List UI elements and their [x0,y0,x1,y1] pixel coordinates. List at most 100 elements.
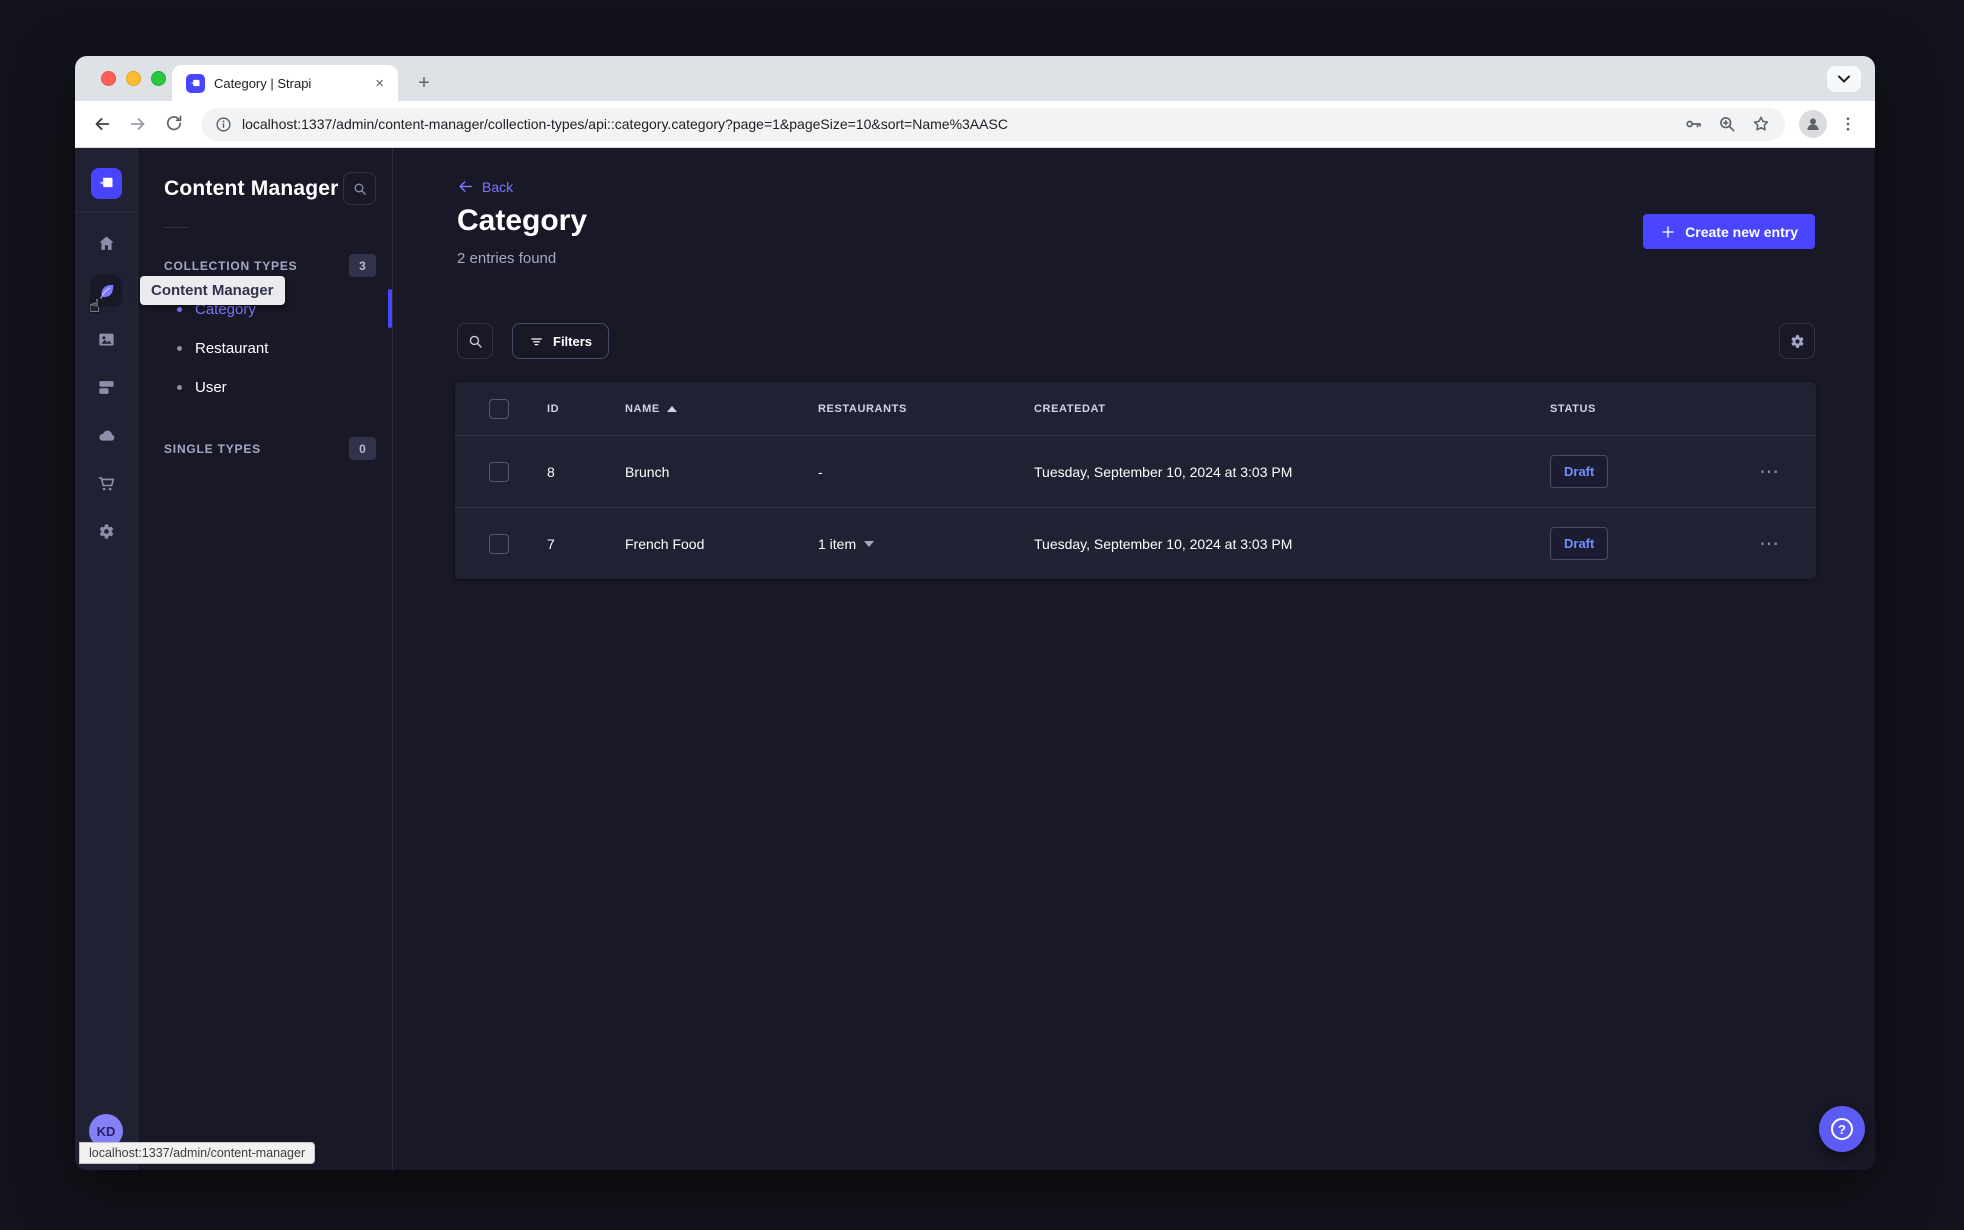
browser-profile-icon[interactable] [1799,110,1827,138]
entries-count: 2 entries found [457,250,557,267]
section-label: COLLECTION TYPES [164,258,298,273]
cell-createdat: Tuesday, September 10, 2024 at 3:03 PM [1034,463,1293,480]
collection-types-section: COLLECTION TYPES 3 [138,254,392,277]
home-icon [98,236,114,250]
main-nav-rail: KD [75,148,138,1170]
subnav-item-label: User [195,379,227,396]
select-all-checkbox[interactable] [489,398,509,419]
question-mark-icon: ? [1831,1118,1853,1140]
address-bar[interactable]: localhost:1337/admin/content-manager/col… [201,107,1785,141]
forward-arrow-icon [130,118,145,130]
column-header-name[interactable]: NAME [625,403,818,415]
main-content: Back Category 2 entries found Create new… [393,148,1875,1170]
nav-settings-button[interactable] [90,515,122,547]
close-window-button[interactable] [101,71,116,86]
strapi-logo[interactable] [90,168,122,199]
row-checkbox[interactable] [489,461,509,482]
gear-icon [99,523,113,539]
subnav-search-button[interactable] [343,172,376,205]
nav-marketplace-button[interactable] [90,467,122,499]
search-icon [469,335,482,348]
help-button[interactable]: ? [1819,1106,1865,1152]
close-tab-icon[interactable]: × [371,74,388,93]
bullet-icon [177,346,182,351]
table-row[interactable]: 7 French Food 1 item Tuesday, September … [455,507,1816,579]
mouse-cursor: ☝ [89,296,100,316]
page-title: Category [457,204,588,237]
reload-icon [166,115,182,131]
table-row[interactable]: 8 Brunch - Tuesday, September 10, 2024 a… [455,435,1816,507]
subnav-item-label: Restaurant [195,340,269,357]
forward-button[interactable] [123,109,153,139]
gear-icon [1790,334,1804,348]
row-checkbox[interactable] [489,533,509,554]
tab-search-button[interactable] [1827,66,1861,92]
nav-home-button[interactable] [90,227,122,259]
bullet-icon [177,385,182,390]
site-info-icon[interactable] [215,116,232,133]
cloud-icon [98,430,114,441]
media-library-icon [98,333,114,345]
subnav-divider [164,227,188,228]
subnav-item-user[interactable]: User [138,368,392,407]
password-key-icon[interactable] [1683,114,1703,134]
single-types-section: SINGLE TYPES 0 [138,437,392,460]
table-header-row: ID NAME RESTAURANTS CREATEDAT STATUS [455,382,1816,435]
nav-media-library-button[interactable] [90,323,122,355]
desktop: { "browser": { "tab_title": "Category | … [0,0,1964,1230]
window-controls [101,71,166,86]
section-count-badge: 3 [349,254,376,277]
chevron-down-icon [864,540,875,547]
maximize-window-button[interactable] [151,71,166,86]
back-link[interactable]: Back [457,178,513,195]
back-arrow-icon [95,118,110,130]
subnav-title: Content Manager [164,176,339,200]
cell-restaurants[interactable]: 1 item [818,536,1034,552]
browser-tab[interactable]: Category | Strapi × [172,65,398,101]
bullet-icon [177,307,182,312]
strapi-app: KD Content Manager COLLECTION TYPES 3 Ca… [75,148,1875,1170]
subnav-item-restaurant[interactable]: Restaurant [138,329,392,368]
url-text: localhost:1337/admin/content-manager/col… [242,116,1008,132]
column-header-createdat[interactable]: CREATEDAT [1034,403,1550,415]
column-header-status[interactable]: STATUS [1550,403,1753,415]
cell-name: Brunch [625,463,670,480]
column-header-restaurants[interactable]: RESTAURANTS [818,403,1034,415]
rail-divider [75,211,137,212]
plus-icon [1662,225,1674,238]
bookmark-star-icon[interactable] [1751,114,1771,134]
reload-button[interactable] [159,109,189,139]
layout-icon [98,380,114,394]
entries-table: ID NAME RESTAURANTS CREATEDAT STATUS 8 B… [455,382,1816,579]
nav-content-type-builder-button[interactable] [90,371,122,403]
cell-restaurants: - [818,463,823,480]
filter-lines-icon [531,337,542,345]
minimize-window-button[interactable] [126,71,141,86]
content-manager-tooltip: Content Manager [140,276,285,305]
status-badge: Draft [1550,455,1609,488]
create-new-entry-button[interactable]: Create new entry [1643,214,1815,249]
section-count-badge: 0 [349,437,376,460]
active-item-indicator [388,289,392,328]
strapi-favicon-icon [186,73,205,93]
cell-name: French Food [625,535,705,552]
chevron-down-icon [1838,75,1850,83]
browser-toolbar: localhost:1337/admin/content-manager/col… [75,101,1875,148]
cell-createdat: Tuesday, September 10, 2024 at 3:03 PM [1034,535,1293,552]
table-search-button[interactable] [457,323,493,359]
view-settings-button[interactable] [1779,323,1815,359]
browser-tab-strip: Category | Strapi × + [75,56,1875,101]
section-label: SINGLE TYPES [164,441,261,456]
new-tab-button[interactable]: + [411,70,437,96]
sort-ascending-icon [666,405,677,412]
search-icon [354,183,366,195]
browser-menu-icon[interactable] [1833,109,1863,139]
zoom-icon[interactable] [1717,114,1737,134]
nav-cloud-button[interactable] [90,419,122,451]
cell-id: 7 [547,535,555,552]
cell-id: 8 [547,463,555,480]
filters-button[interactable]: Filters [512,323,610,359]
back-button[interactable] [87,109,117,139]
column-header-id[interactable]: ID [547,403,625,415]
back-arrow-icon [459,181,472,192]
